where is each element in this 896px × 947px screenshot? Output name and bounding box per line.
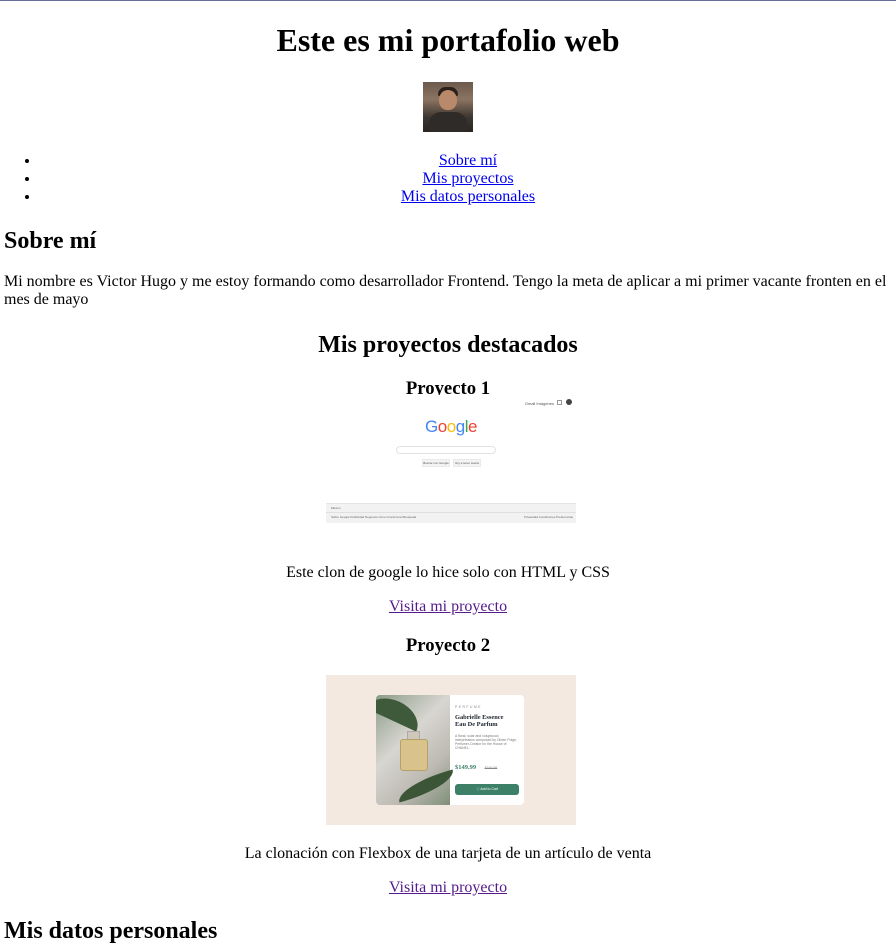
product-image [376,695,458,805]
project-2-link[interactable]: Visita mi proyecto [389,879,507,896]
add-to-cart-button: 🛒Add to Cart [455,784,519,795]
nav-item-sobre-mi: Sobre mí [40,152,896,170]
about-heading: Sobre mí [4,228,97,254]
product-card: PERFUME Gabrielle Essence Eau De Parfum … [376,695,524,805]
thumb-search-button: Buscar con Google [422,459,450,467]
product-category: PERFUME [455,705,482,709]
thumb-footer: México Sobre Google Publicidad Negocios … [326,503,576,523]
nav-link-mis-datos[interactable]: Mis datos personales [401,188,535,205]
nav-item-mis-datos: Mis datos personales [40,188,896,206]
thumb-search-bar [396,446,496,454]
project-1-description: Este clon de google lo hice solo con HTM… [286,564,610,581]
product-price: $149.99 [455,764,477,772]
product-name: Gabrielle Essence Eau De Parfum [455,714,504,729]
main-nav: Sobre mí Mis proyectos Mis datos persona… [0,152,896,206]
nav-item-mis-proyectos: Mis proyectos [40,170,896,188]
avatar-container [0,82,896,132]
apps-icon [557,400,562,405]
product-old-price: $169.99 [484,766,498,771]
page-title: Este es mi portafolio web [276,22,620,58]
nav-link-mis-proyectos[interactable]: Mis proyectos [422,170,513,187]
project-2-screenshot: PERFUME Gabrielle Essence Eau De Parfum … [326,675,576,825]
product-description: A floral, solar and voluptuous interpret… [455,734,518,751]
thumb-lucky-button: Voy a tener suerte [453,459,481,467]
project-1-screenshot: Gmail Imágenes Google Buscar con Google … [326,395,576,545]
nav-link-sobre-mi[interactable]: Sobre mí [439,152,497,169]
contact-heading: Mis datos personales [4,918,218,944]
site-header: Este es mi portafolio web Sobre mí Mis p… [0,1,896,206]
projects-heading: Mis proyectos destacados [318,332,578,358]
project-2-description: La clonación con Flexbox de una tarjeta … [244,845,652,862]
about-text: Mi nombre es Victor Hugo y me estoy form… [4,273,887,308]
project-1-link[interactable]: Visita mi proyecto [389,598,507,615]
project-2-title: Proyecto 2 [405,635,491,656]
avatar-icon [566,399,572,405]
thumb-top-links: Gmail Imágenes [524,401,554,406]
avatar [423,82,473,132]
google-logo: Google [425,417,477,436]
